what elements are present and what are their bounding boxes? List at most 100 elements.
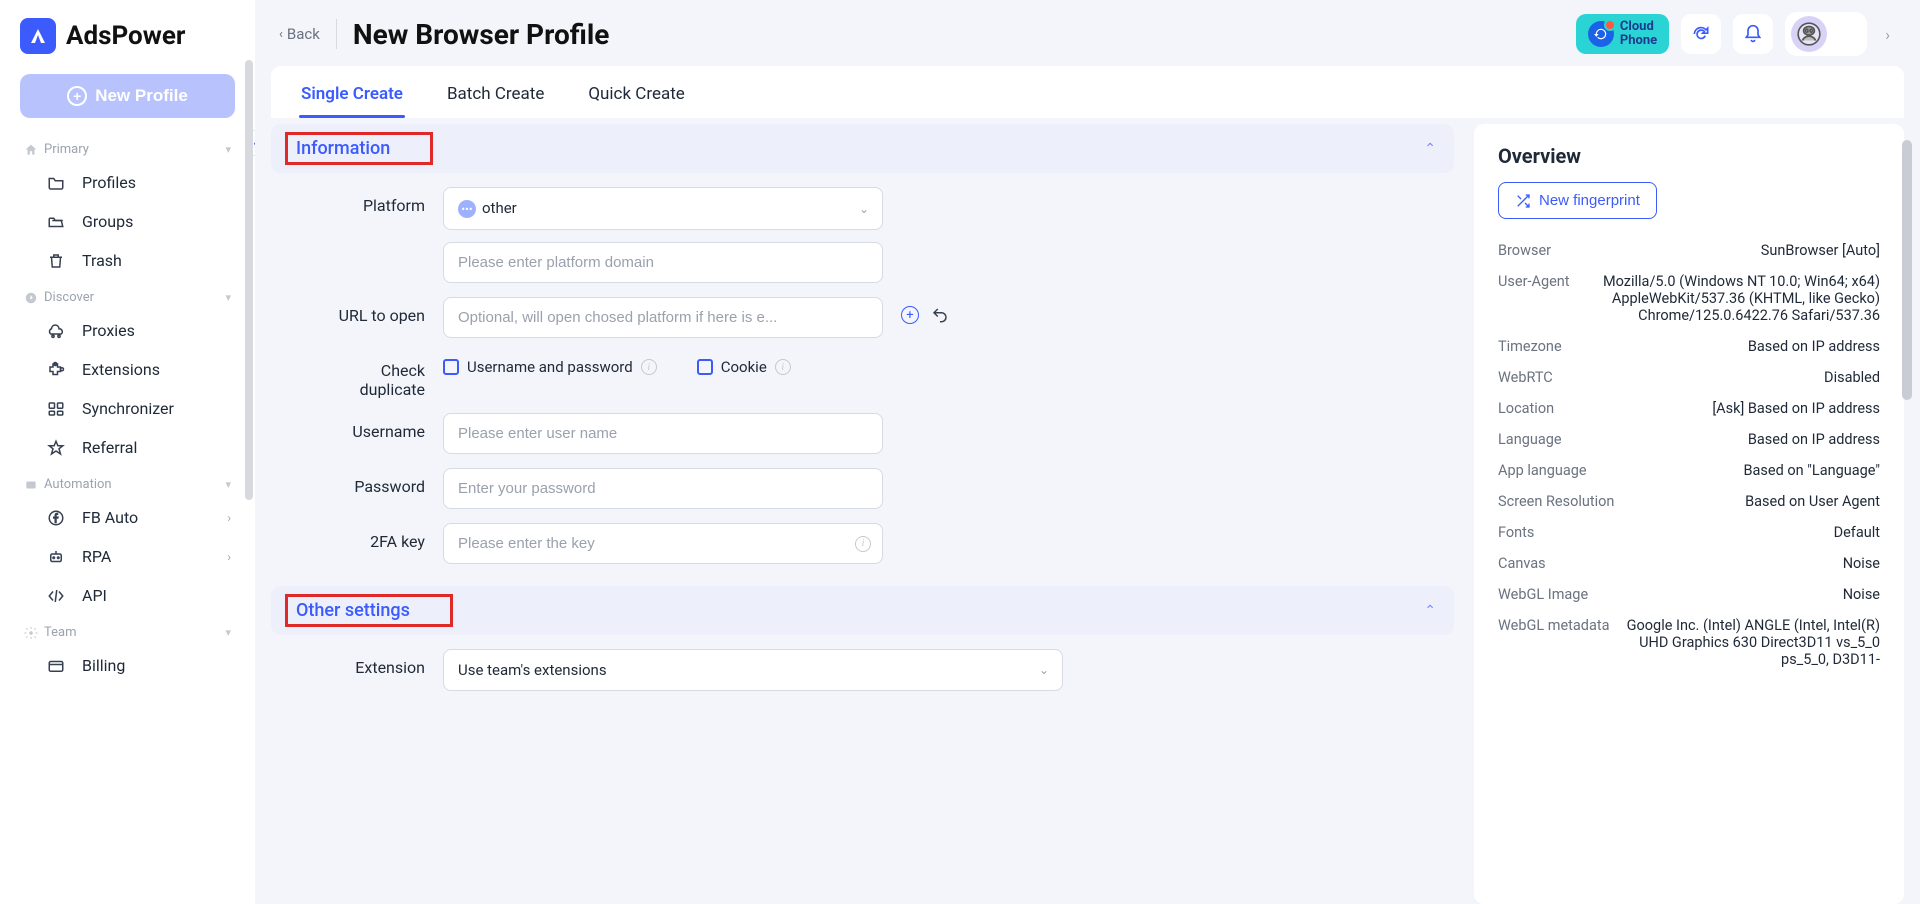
tab-single-create[interactable]: Single Create — [299, 72, 405, 118]
platform-other-icon: ••• — [458, 200, 476, 218]
check-duplicate-label: Check duplicate — [277, 352, 425, 399]
section-other-settings[interactable]: Other settings ⌃ — [271, 586, 1454, 635]
password-input[interactable] — [443, 468, 883, 509]
sidebar-item-groups[interactable]: Groups — [0, 202, 255, 241]
overview-key: Language — [1498, 431, 1562, 448]
overview-value: [Ask] Based on IP address — [1712, 400, 1880, 417]
check-dup-userpass[interactable]: Username and password i — [443, 358, 657, 376]
overview-key: Location — [1498, 400, 1554, 417]
folder-icon — [44, 174, 68, 192]
new-fingerprint-button[interactable]: New fingerprint — [1498, 182, 1657, 219]
tab-quick-create[interactable]: Quick Create — [586, 72, 686, 118]
notifications-button[interactable] — [1733, 14, 1773, 54]
cloud-phone-label: Cloud Phone — [1620, 20, 1657, 49]
overview-panel: Overview New fingerprint BrowserSunBrows… — [1474, 124, 1904, 904]
chevron-right-icon: › — [227, 550, 231, 564]
chevron-right-icon[interactable]: › — [1879, 25, 1896, 44]
overview-key: WebGL metadata — [1498, 617, 1610, 668]
sidebar-item-billing[interactable]: Billing — [0, 646, 255, 685]
overview-key: WebGL Image — [1498, 586, 1588, 603]
overview-row: WebRTC Disabled — [1498, 362, 1880, 393]
card-icon — [44, 657, 68, 675]
sidebar: AdsPower + New Profile ‹ Primary ▾ Profi… — [0, 0, 255, 904]
sync-icon — [44, 400, 68, 418]
overview-value: SunBrowser [Auto] — [1761, 242, 1880, 259]
chevron-down-icon: ▾ — [225, 478, 231, 491]
check-dup-cookie[interactable]: Cookie i — [697, 358, 791, 376]
url-label: URL to open — [277, 297, 425, 325]
overview-row: CanvasNoise — [1498, 548, 1880, 579]
sidebar-item-rpa[interactable]: RPA › — [0, 537, 255, 576]
twofa-label: 2FA key — [277, 523, 425, 551]
overview-value: Based on IP address — [1748, 431, 1880, 448]
platform-label: Platform — [277, 187, 425, 215]
extension-select[interactable]: Use team's extensions ⌄ — [443, 649, 1063, 691]
logo[interactable]: AdsPower — [0, 0, 255, 68]
info-icon[interactable]: i — [855, 536, 871, 552]
overview-key: WebRTC — [1498, 369, 1553, 386]
cloud-phone-button[interactable]: Cloud Phone — [1576, 14, 1669, 55]
overview-row: Screen ResolutionBased on User Agent — [1498, 486, 1880, 517]
chevron-right-icon: › — [227, 511, 231, 525]
nav-group-discover[interactable]: Discover ▾ — [0, 280, 255, 311]
refresh-button[interactable] — [1681, 14, 1721, 54]
cloud-phone-icon — [1588, 21, 1614, 47]
api-icon — [44, 587, 68, 605]
overview-row: WebGL ImageNoise — [1498, 579, 1880, 610]
overview-row: User-AgentMozilla/5.0 (Windows NT 10.0; … — [1498, 266, 1880, 331]
new-profile-button[interactable]: + New Profile — [20, 74, 235, 118]
topbar: ‹ Back New Browser Profile Cloud Phone — [255, 0, 1920, 66]
tab-batch-create[interactable]: Batch Create — [445, 72, 546, 118]
chevron-down-icon: ▾ — [225, 626, 231, 639]
sidebar-item-referral[interactable]: Referral — [0, 428, 255, 467]
section-information[interactable]: Information ⌃ — [271, 124, 1454, 173]
nav-group-team[interactable]: Team ▾ — [0, 615, 255, 646]
robot-icon — [44, 548, 68, 566]
add-url-button[interactable]: + — [901, 306, 919, 324]
sidebar-item-api[interactable]: API — [0, 576, 255, 615]
platform-select[interactable]: •••other ⌄ — [443, 187, 883, 230]
overview-key: Fonts — [1498, 524, 1534, 541]
username-input[interactable] — [443, 413, 883, 454]
platform-domain-input[interactable] — [443, 242, 883, 283]
info-icon[interactable]: i — [775, 359, 791, 375]
overview-value: Disabled — [1824, 369, 1880, 386]
username-label: Username — [277, 413, 425, 441]
proxy-icon — [44, 322, 68, 340]
overview-value: Based on IP address — [1748, 338, 1880, 355]
checkbox-icon — [443, 359, 459, 375]
sidebar-scrollbar[interactable] — [245, 60, 253, 820]
info-icon[interactable]: i — [641, 359, 657, 375]
plus-icon: + — [67, 86, 87, 106]
overview-row: WebGL metadataGoogle Inc. (Intel) ANGLE … — [1498, 610, 1880, 675]
chevron-up-icon: ⌃ — [1424, 141, 1436, 157]
overview-value: Noise — [1843, 555, 1880, 572]
chevron-up-icon: ⌃ — [1424, 603, 1436, 619]
overview-scrollbar[interactable] — [1902, 140, 1912, 840]
logo-mark-icon — [20, 18, 56, 54]
overview-key: Timezone — [1498, 338, 1562, 355]
account-menu[interactable] — [1785, 12, 1867, 56]
chevron-down-icon: ▾ — [225, 291, 231, 304]
overview-row: Location [Ask] Based on IP address — [1498, 393, 1880, 424]
sidebar-item-synchronizer[interactable]: Synchronizer — [0, 389, 255, 428]
overview-key: App language — [1498, 462, 1587, 479]
sidebar-item-proxies[interactable]: Proxies — [0, 311, 255, 350]
chevron-down-icon: ▾ — [225, 143, 231, 156]
nav-group-automation[interactable]: Automation ▾ — [0, 467, 255, 498]
extension-label: Extension — [277, 649, 425, 677]
undo-url-button[interactable] — [931, 306, 949, 324]
sidebar-item-fb-auto[interactable]: FB Auto › — [0, 498, 255, 537]
url-input[interactable] — [443, 297, 883, 338]
new-profile-label: New Profile — [95, 86, 188, 106]
twofa-input[interactable] — [443, 523, 883, 564]
back-button[interactable]: ‹ Back — [279, 25, 320, 43]
nav-group-primary[interactable]: Primary ▾ — [0, 132, 255, 163]
sidebar-item-extensions[interactable]: Extensions — [0, 350, 255, 389]
overview-row: FontsDefault — [1498, 517, 1880, 548]
puzzle-icon — [44, 361, 68, 379]
overview-value: Based on "Language" — [1744, 462, 1881, 479]
sidebar-item-trash[interactable]: Trash — [0, 241, 255, 280]
sidebar-item-profiles[interactable]: Profiles — [0, 163, 255, 202]
logo-text: AdsPower — [66, 21, 185, 51]
